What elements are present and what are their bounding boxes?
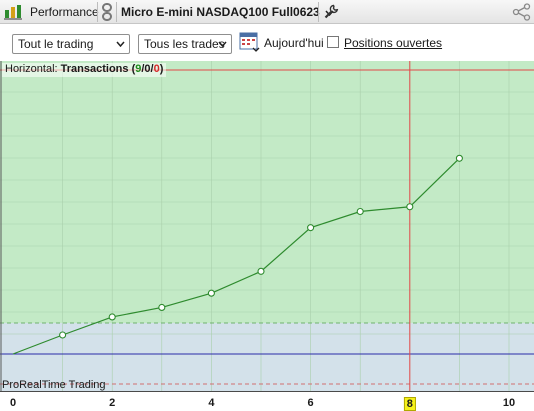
separator — [116, 2, 117, 22]
x-axis: 0 2 4 6 8 10 — [0, 391, 534, 411]
wrench-icon[interactable] — [323, 0, 339, 24]
data-point[interactable] — [108, 313, 116, 321]
x-tick-label: 10 — [502, 397, 516, 409]
horizontal-name: Transactions — [60, 63, 129, 75]
data-point[interactable] — [406, 203, 414, 211]
open-positions-label[interactable]: Positions ouvertes — [344, 36, 442, 50]
data-point[interactable] — [257, 267, 265, 275]
data-point[interactable] — [356, 207, 364, 216]
count-close: ) — [159, 63, 164, 75]
title-bar: Performance Micro E-mini NASDAQ100 Full0… — [0, 0, 534, 24]
share-icon[interactable] — [512, 0, 532, 24]
performance-icon[interactable] — [4, 0, 22, 24]
instrument-selector[interactable]: Micro E-mini NASDAQ100 Full0623 — [121, 0, 334, 24]
data-point[interactable] — [455, 154, 463, 162]
profit-zone — [0, 61, 534, 323]
x-tick-label: 4 — [208, 397, 215, 409]
chart-canvas — [0, 61, 534, 391]
horizontal-prefix: Horizontal: — [5, 63, 58, 75]
calendar-icon[interactable] — [239, 31, 260, 56]
chevron-down-icon — [116, 39, 125, 49]
data-point[interactable] — [207, 289, 215, 297]
trades-select[interactable]: Tous les trades — [138, 34, 232, 54]
today-label[interactable]: Aujourd'hui — [264, 36, 324, 50]
data-point[interactable] — [59, 331, 67, 339]
open-positions-checkbox[interactable] — [327, 36, 339, 48]
scope-select[interactable]: Tout le trading — [12, 34, 130, 54]
separator — [97, 2, 98, 22]
footer-label: ProRealTime Trading — [2, 379, 106, 391]
instrument-label: Micro E-mini NASDAQ100 Full0623 — [121, 5, 320, 19]
data-point[interactable] — [158, 303, 166, 311]
filter-toolbar: Tout le trading Tous les trades Aujourd'… — [0, 25, 534, 61]
performance-chart[interactable] — [0, 61, 534, 391]
data-point[interactable] — [307, 224, 315, 232]
x-tick-label: 0 — [9, 397, 17, 409]
separator — [318, 2, 319, 22]
x-tick-label: 2 — [109, 397, 116, 409]
trades-select-value: Tous les trades — [144, 37, 225, 51]
x-tick-label: 8 — [403, 397, 416, 411]
x-tick-label: 6 — [307, 397, 314, 409]
performance-tab-label[interactable]: Performance — [30, 0, 99, 24]
link-icon[interactable] — [100, 0, 114, 24]
chevron-down-icon — [218, 39, 227, 49]
scope-select-value: Tout le trading — [18, 37, 94, 51]
horizontal-label: Horizontal: Transactions (9/0/0) — [2, 63, 167, 77]
